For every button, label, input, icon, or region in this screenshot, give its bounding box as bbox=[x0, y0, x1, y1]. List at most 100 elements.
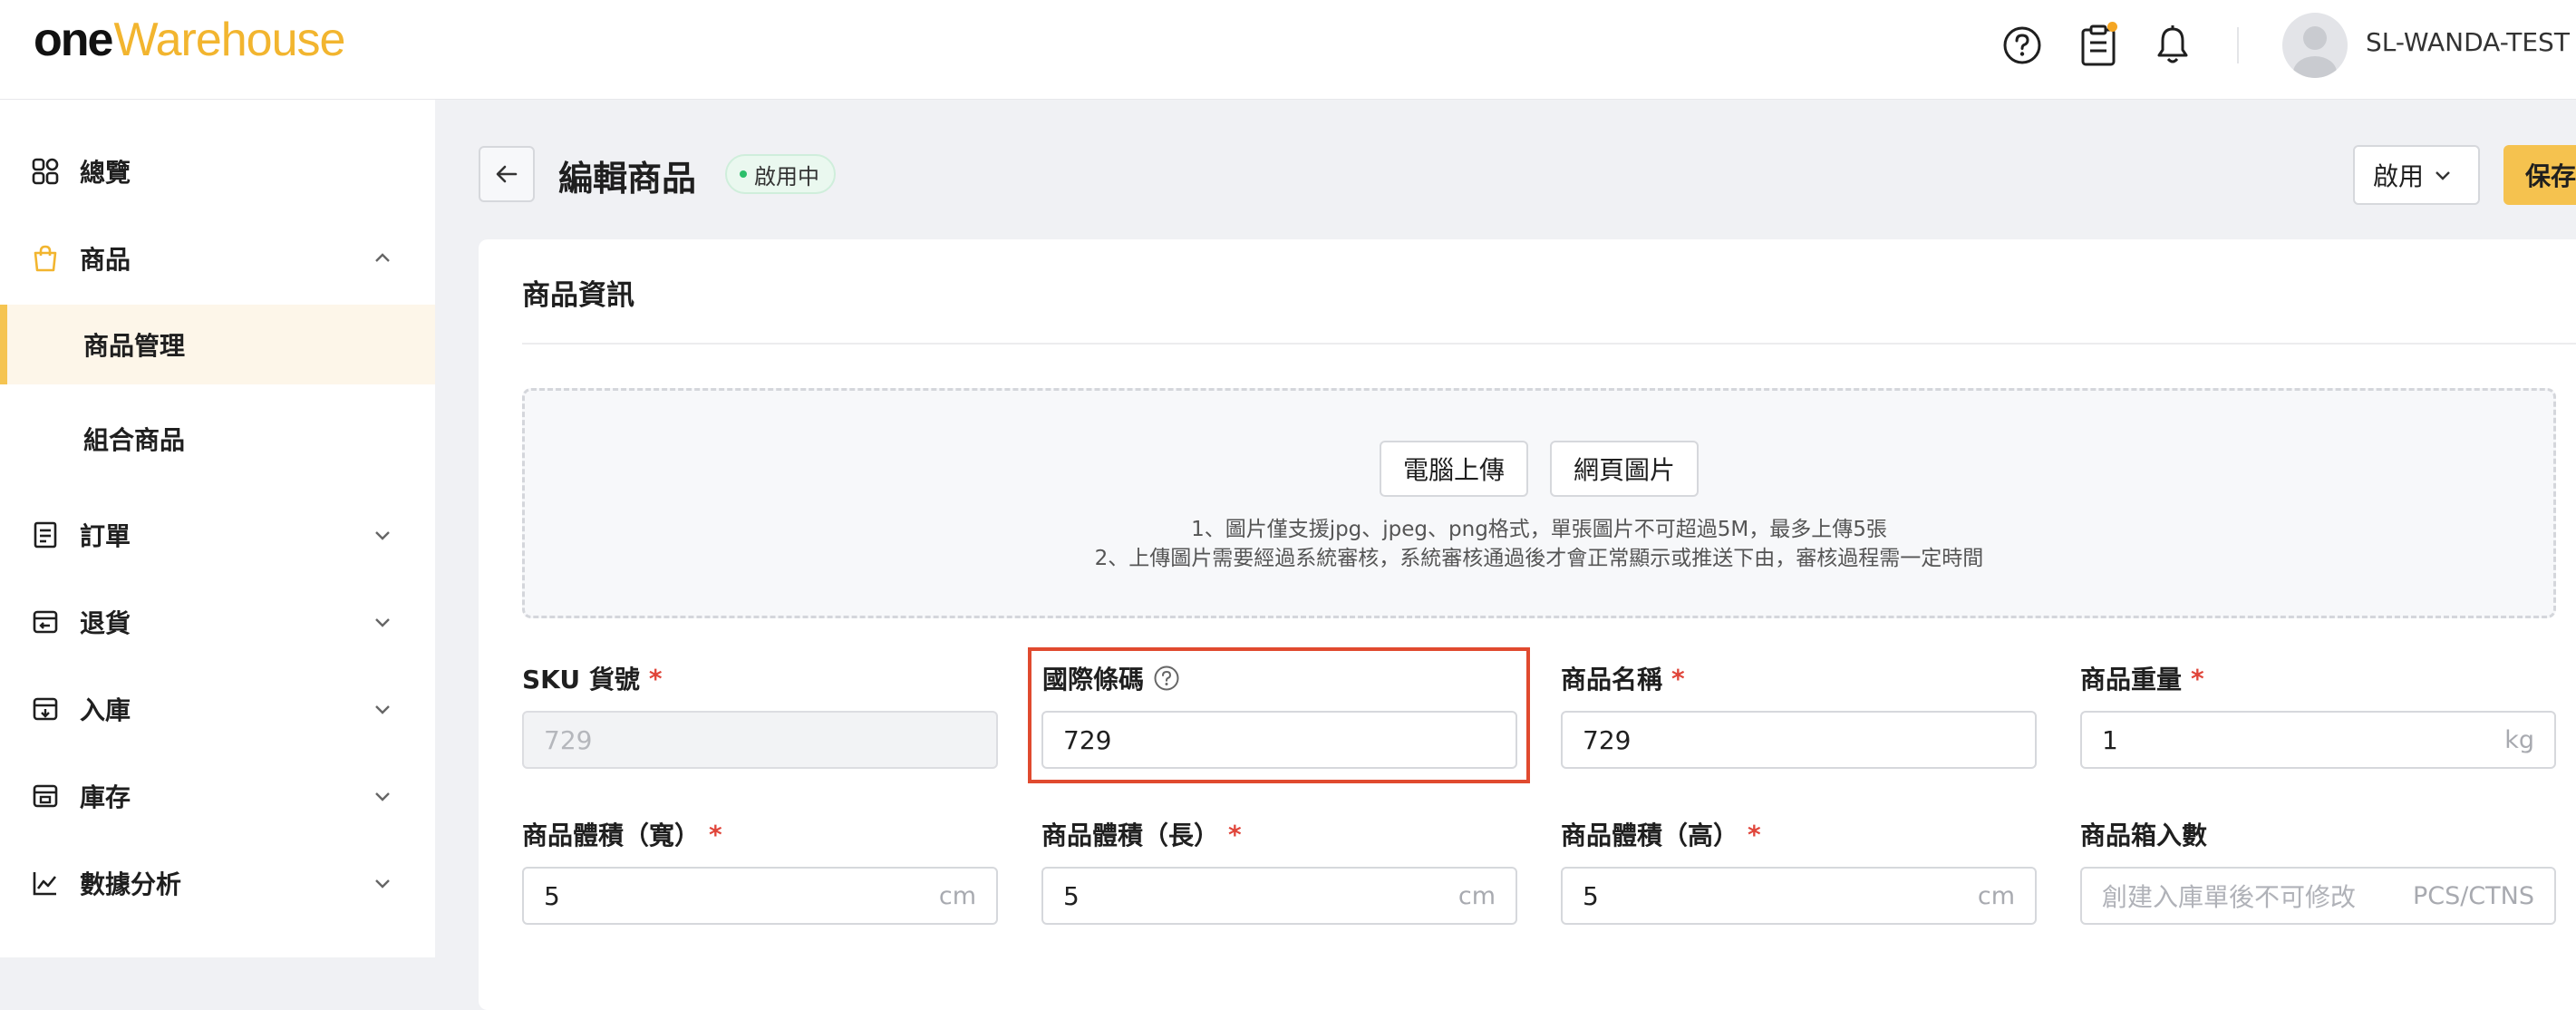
chevron-up-icon bbox=[375, 253, 390, 262]
chevron-down-icon bbox=[2436, 171, 2450, 180]
sidebar-item-label: 總覽 bbox=[80, 158, 131, 188]
back-button[interactable] bbox=[479, 146, 535, 202]
bell-icon[interactable] bbox=[2150, 20, 2195, 71]
notification-dot bbox=[2107, 22, 2117, 32]
analytics-icon bbox=[29, 867, 62, 899]
barcode-input[interactable]: 729 bbox=[1041, 711, 1517, 769]
upload-hint-1: 1、圖片僅支援jpg、jpeg、png格式，單張圖片不可超過5M，最多上傳5張 bbox=[1191, 518, 1887, 541]
sidebar-item-label: 商品 bbox=[80, 245, 131, 275]
required-mark: * bbox=[1228, 819, 1242, 850]
top-bar: one Warehouse SL-WANDA-TEST bbox=[0, 0, 2576, 100]
sidebar-item-inventory[interactable]: 庫存 bbox=[0, 756, 435, 836]
sidebar-item-label: 庫存 bbox=[80, 782, 131, 812]
grid-icon bbox=[29, 155, 62, 188]
sidebar-item-analytics[interactable]: 數據分析 bbox=[0, 843, 435, 923]
logo[interactable]: one Warehouse bbox=[34, 13, 345, 78]
computer-upload-button[interactable]: 電腦上傳 bbox=[1380, 441, 1528, 497]
section-title: 商品資訊 bbox=[522, 279, 634, 312]
weight-label-text: 商品重量 bbox=[2080, 665, 2183, 694]
sidebar-item-label: 退貨 bbox=[80, 608, 131, 638]
height-label-text: 商品體積（高） bbox=[1561, 821, 1739, 850]
sidebar-item-products[interactable]: 商品 bbox=[0, 219, 435, 298]
height-unit: cm bbox=[1977, 881, 2015, 910]
box-qty-label: 商品箱入數 bbox=[2080, 816, 2207, 852]
height-input[interactable]: 5 cm bbox=[1561, 867, 2037, 925]
width-label-text: 商品體積（寬） bbox=[522, 821, 701, 850]
sku-label: SKU 貨號 * bbox=[522, 660, 663, 696]
length-unit: cm bbox=[1457, 881, 1496, 910]
web-image-button[interactable]: 網頁圖片 bbox=[1550, 441, 1699, 497]
sidebar-item-label: 數據分析 bbox=[80, 869, 182, 899]
required-mark: * bbox=[2191, 663, 2204, 694]
chevron-down-icon bbox=[375, 879, 390, 889]
image-upload-area[interactable] bbox=[522, 388, 2556, 618]
section-divider bbox=[522, 343, 2576, 345]
product-name-input[interactable]: 729 bbox=[1561, 711, 2037, 769]
sidebar-item-label: 訂單 bbox=[80, 521, 131, 551]
header-divider bbox=[2237, 27, 2239, 63]
clipboard-icon[interactable] bbox=[2076, 20, 2121, 71]
length-value: 5 bbox=[1063, 880, 1080, 911]
product-name-label-text: 商品名稱 bbox=[1561, 665, 1663, 694]
chevron-down-icon bbox=[375, 705, 390, 714]
arrow-left-icon bbox=[496, 165, 518, 183]
username[interactable]: SL-WANDA-TEST bbox=[2366, 27, 2570, 57]
box-qty-label-text: 商品箱入數 bbox=[2080, 821, 2208, 850]
width-value: 5 bbox=[544, 880, 560, 911]
weight-unit: kg bbox=[2504, 725, 2534, 754]
sku-value: 729 bbox=[544, 724, 593, 755]
sidebar-item-returns[interactable]: 退貨 bbox=[0, 582, 435, 662]
weight-input[interactable]: 1 kg bbox=[2080, 711, 2556, 769]
height-value: 5 bbox=[1583, 880, 1599, 911]
width-label: 商品體積（寬） * bbox=[522, 816, 722, 852]
chevron-down-icon bbox=[375, 531, 390, 540]
product-name-label: 商品名稱 * bbox=[1561, 660, 1685, 696]
height-label: 商品體積（高） * bbox=[1561, 816, 1761, 852]
sidebar-item-label: 商品管理 bbox=[83, 331, 186, 361]
weight-label: 商品重量 * bbox=[2080, 660, 2204, 696]
bag-icon bbox=[29, 242, 62, 275]
save-button[interactable]: 保存 bbox=[2503, 145, 2576, 205]
box-qty-unit: PCS/CTNS bbox=[2412, 881, 2534, 910]
sidebar-item-bundle-products[interactable]: 組合商品 bbox=[0, 399, 435, 479]
return-icon bbox=[29, 606, 62, 638]
sidebar-item-inbound[interactable]: 入庫 bbox=[0, 669, 435, 749]
sidebar-item-label: 入庫 bbox=[80, 695, 131, 725]
length-label-text: 商品體積（長） bbox=[1041, 821, 1220, 850]
required-mark: * bbox=[648, 663, 663, 694]
width-input[interactable]: 5 cm bbox=[522, 867, 998, 925]
status-select-value: 啟用 bbox=[2373, 161, 2425, 191]
barcode-value: 729 bbox=[1063, 724, 1112, 755]
logo-one-text: one bbox=[34, 14, 113, 66]
sku-input: 729 bbox=[522, 711, 998, 769]
chevron-down-icon bbox=[375, 618, 390, 627]
product-name-value: 729 bbox=[1583, 724, 1632, 755]
box-qty-input[interactable]: 創建入庫單後不可修改 PCS/CTNS bbox=[2080, 867, 2556, 925]
sidebar-item-label: 組合商品 bbox=[83, 425, 186, 455]
status-dot bbox=[740, 170, 747, 178]
weight-value: 1 bbox=[2102, 724, 2118, 755]
length-label: 商品體積（長） * bbox=[1041, 816, 1242, 852]
required-mark: * bbox=[1671, 663, 1685, 694]
page-title: 編輯商品 bbox=[558, 159, 697, 199]
sidebar-item-product-management[interactable]: 商品管理 bbox=[0, 305, 435, 384]
sidebar-item-overview[interactable]: 總覽 bbox=[0, 131, 435, 211]
status-badge-text: 啟用中 bbox=[754, 163, 819, 189]
status-select[interactable]: 啟用 bbox=[2353, 145, 2480, 205]
help-circle-icon[interactable] bbox=[2000, 20, 2045, 71]
status-badge: 啟用中 bbox=[725, 154, 836, 194]
barcode-label-text: 國際條碼 bbox=[1042, 665, 1145, 694]
sidebar: 總覽 商品 商品管理 組合商品 訂單 退貨 入庫 庫存 數據分析 bbox=[0, 100, 435, 957]
chevron-down-icon bbox=[375, 792, 390, 801]
order-list-icon bbox=[29, 519, 62, 551]
width-unit: cm bbox=[938, 881, 976, 910]
required-mark: * bbox=[709, 819, 722, 850]
required-mark: * bbox=[1748, 819, 1761, 850]
inbound-icon bbox=[29, 693, 62, 725]
avatar[interactable] bbox=[2282, 13, 2348, 78]
sidebar-item-orders[interactable]: 訂單 bbox=[0, 495, 435, 575]
help-circle-icon[interactable] bbox=[1153, 665, 1180, 692]
logo-warehouse-text: Warehouse bbox=[113, 14, 345, 66]
sku-label-text: SKU 貨號 bbox=[522, 665, 640, 694]
length-input[interactable]: 5 cm bbox=[1041, 867, 1517, 925]
